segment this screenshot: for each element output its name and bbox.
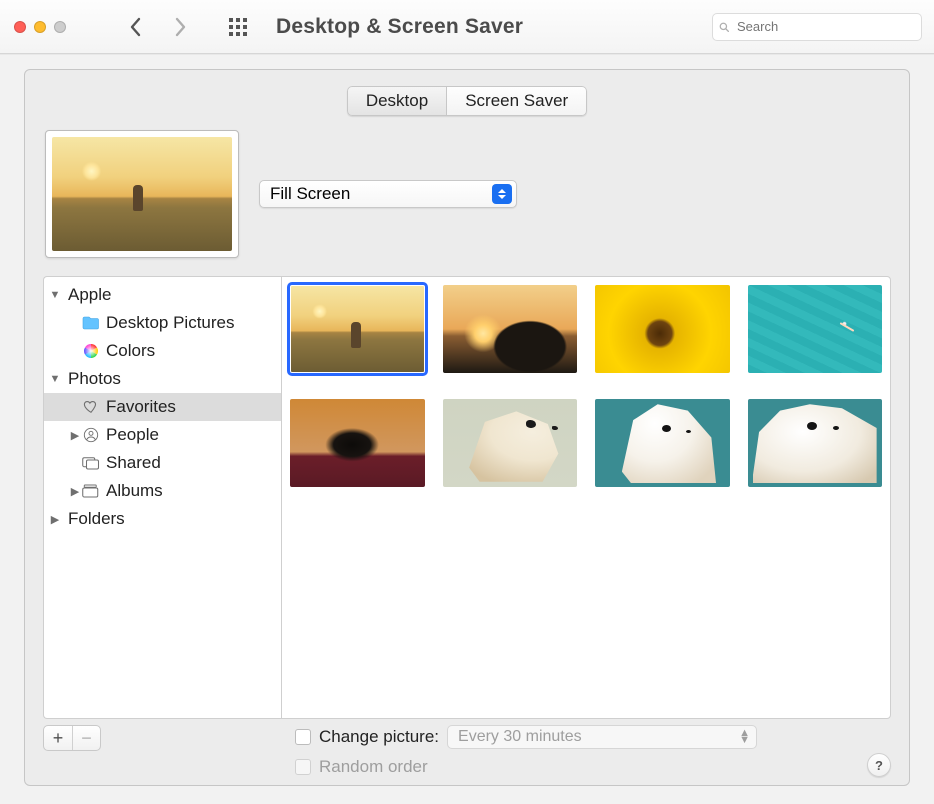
help-button[interactable]: ?: [867, 753, 891, 777]
titlebar: Desktop & Screen Saver: [0, 0, 934, 54]
current-desktop-image: [52, 137, 232, 251]
sidebar-item-people[interactable]: ▶ People: [44, 421, 281, 449]
change-picture-interval-popup[interactable]: Every 30 minutes ▲▼: [447, 725, 757, 749]
remove-folder-button[interactable]: −: [72, 726, 100, 750]
sidebar-item-albums[interactable]: ▶ Albums: [44, 477, 281, 505]
thumbnail-grid[interactable]: [281, 276, 891, 719]
disclosure-triangle-icon[interactable]: ▼: [48, 373, 62, 385]
sidebar-item-desktop-pictures[interactable]: ▶Desktop Pictures: [44, 309, 281, 337]
sidebar-item-label: Shared: [106, 453, 161, 473]
fill-mode-popup[interactable]: Fill Screen: [259, 180, 517, 208]
shared-icon: [82, 454, 100, 472]
sidebar-item-colors[interactable]: ▶ Colors: [44, 337, 281, 365]
disclosure-triangle-icon[interactable]: ▼: [48, 289, 62, 301]
wallpaper-thumb[interactable]: [595, 399, 730, 487]
source-sidebar[interactable]: ▼Apple▶Desktop Pictures▶ Colors▼Photos▶F…: [43, 276, 281, 719]
toolbar-nav: [126, 12, 252, 42]
footer-row: + − Change picture: Every 30 minutes ▲▼ …: [25, 719, 909, 785]
disclosure-triangle-icon[interactable]: ▶: [48, 513, 62, 526]
wallpaper-thumb[interactable]: [748, 285, 883, 373]
folder-icon: [82, 314, 100, 332]
wallpaper-thumb[interactable]: [290, 399, 425, 487]
sidebar-item-label: Photos: [68, 369, 121, 389]
tab-bar: Desktop Screen Saver: [25, 70, 909, 116]
sidebar-item-shared[interactable]: ▶Shared: [44, 449, 281, 477]
add-remove-group: + −: [43, 725, 101, 751]
source-split: ▼Apple▶Desktop Pictures▶ Colors▼Photos▶F…: [43, 276, 891, 719]
sidebar-item-label: Desktop Pictures: [106, 313, 235, 333]
search-input[interactable]: [735, 18, 915, 35]
forward-button[interactable]: [170, 12, 190, 42]
preview-row: Fill Screen: [25, 116, 909, 268]
sidebar-item-label: Colors: [106, 341, 155, 361]
disclosure-triangle-icon[interactable]: ▶: [68, 429, 82, 442]
popup-arrows-icon: [492, 184, 512, 204]
sidebar-item-label: People: [106, 425, 159, 445]
sidebar-item-favorites[interactable]: ▶Favorites: [44, 393, 281, 421]
show-all-prefs-button[interactable]: [224, 12, 252, 42]
sidebar-item-folders[interactable]: ▶ Folders: [44, 505, 281, 533]
content-area: Desktop Screen Saver Fill Screen ▼ Apple ▶…: [0, 54, 934, 804]
tab-screensaver[interactable]: Screen Saver: [447, 86, 587, 116]
wallpaper-thumb[interactable]: [443, 399, 578, 487]
sidebar-item-label: Favorites: [106, 397, 176, 417]
window-controls: [14, 21, 84, 33]
colorwheel-icon: [82, 342, 100, 360]
search-field[interactable]: [712, 13, 922, 41]
popup-arrows-icon: ▲▼: [739, 730, 750, 744]
wallpaper-thumb[interactable]: [595, 285, 730, 373]
sidebar-item-photos[interactable]: ▼ Photos: [44, 365, 281, 393]
sidebar-item-label: Apple: [68, 285, 111, 305]
current-desktop-preview: [45, 130, 239, 258]
disclosure-triangle-icon[interactable]: ▶: [68, 485, 82, 498]
random-order-label: Random order: [319, 757, 428, 777]
back-button[interactable]: [126, 12, 146, 42]
random-order-checkbox[interactable]: [295, 759, 311, 775]
options-group: Change picture: Every 30 minutes ▲▼ Rand…: [295, 725, 757, 777]
change-picture-interval-value: Every 30 minutes: [458, 728, 582, 746]
wallpaper-thumb[interactable]: [443, 285, 578, 373]
sidebar-item-label: Albums: [106, 481, 163, 501]
window-title: Desktop & Screen Saver: [276, 15, 523, 39]
albums-icon: [82, 482, 100, 500]
sidebar-item-apple[interactable]: ▼ Apple: [44, 281, 281, 309]
person-icon: [82, 426, 100, 444]
zoom-window-button[interactable]: [54, 21, 66, 33]
change-picture-checkbox[interactable]: [295, 729, 311, 745]
add-folder-button[interactable]: +: [44, 726, 72, 750]
search-icon: [719, 20, 729, 34]
heart-icon: [82, 398, 100, 416]
wallpaper-thumb[interactable]: [290, 285, 425, 373]
sidebar-item-label: Folders: [68, 509, 125, 529]
close-window-button[interactable]: [14, 21, 26, 33]
change-picture-label: Change picture:: [319, 727, 439, 747]
fill-mode-value: Fill Screen: [270, 184, 350, 204]
tab-desktop[interactable]: Desktop: [347, 86, 447, 116]
minimize-window-button[interactable]: [34, 21, 46, 33]
pref-pane: Desktop Screen Saver Fill Screen ▼ Apple ▶…: [24, 69, 910, 786]
wallpaper-thumb[interactable]: [748, 399, 883, 487]
